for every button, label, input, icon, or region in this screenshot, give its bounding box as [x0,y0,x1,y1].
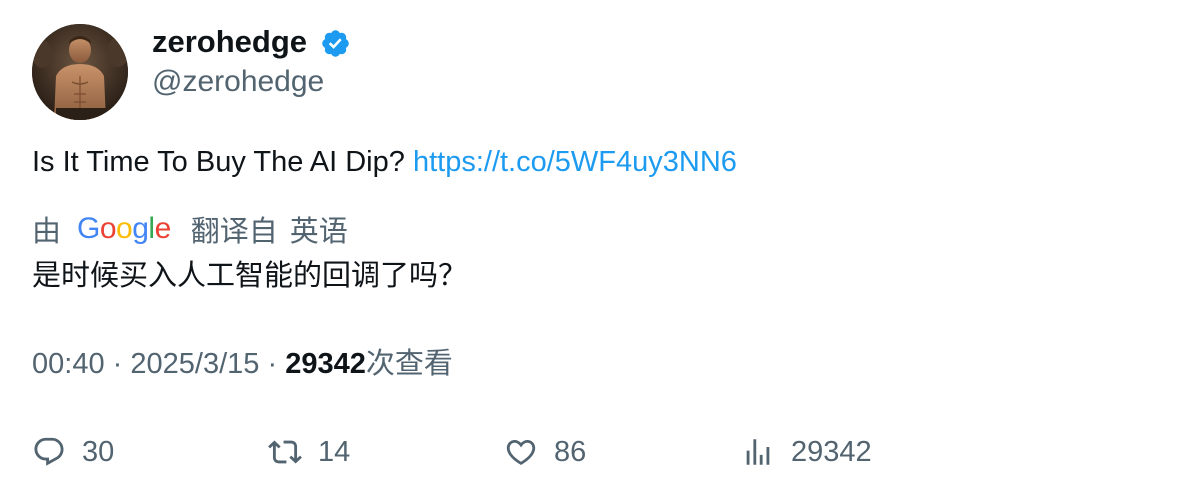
meta-separator: · [267,348,278,380]
translation-attribution: 由 Google 翻译自 英语 [32,209,348,249]
avatar-image [32,24,128,120]
translated-by-label: 由 [32,216,62,248]
display-name[interactable]: zerohedge [152,24,307,60]
retweet-count: 14 [318,435,351,468]
tweet-text: Is It Time To Buy The AI Dip? https://t.… [32,144,737,180]
reply-icon [34,437,64,466]
views-label: 次查看 [365,348,453,380]
tweet-body: Is It Time To Buy The AI Dip? [32,146,405,178]
reply-button[interactable]: 30 [32,432,114,472]
views-action-count: 29342 [791,435,872,468]
tweet-link[interactable]: https://t.co/5WF4uy3NN6 [413,146,737,178]
tweet-time[interactable]: 00:40 [32,348,105,380]
views-button[interactable]: 29342 [741,432,872,472]
like-count: 86 [554,435,587,468]
tweet-date[interactable]: 2025/3/15 [130,348,259,380]
translated-from-label: 翻译自 [190,216,278,248]
reply-count: 30 [82,435,115,468]
retweet-button[interactable]: 14 [268,432,350,472]
retweet-icon [268,440,302,464]
analytics-icon [746,439,770,465]
meta-separator: · [112,348,123,380]
tweet-meta: 00:40 · 2025/3/15 · 29342次查看 [32,346,453,382]
translated-text: 是时候买入人工智能的回调了吗？ [32,260,468,292]
tweet-card: zerohedge @zerohedge Is It Time To Buy T… [0,0,1196,498]
google-logo-icon[interactable]: Google [77,212,171,246]
verified-badge-icon [322,30,349,57]
avatar[interactable] [32,24,128,120]
handle[interactable]: @zerohedge [152,64,324,100]
heart-icon [506,439,536,465]
source-language: 英语 [289,216,348,248]
views-count: 29342 [285,348,366,380]
like-button[interactable]: 86 [504,432,586,472]
